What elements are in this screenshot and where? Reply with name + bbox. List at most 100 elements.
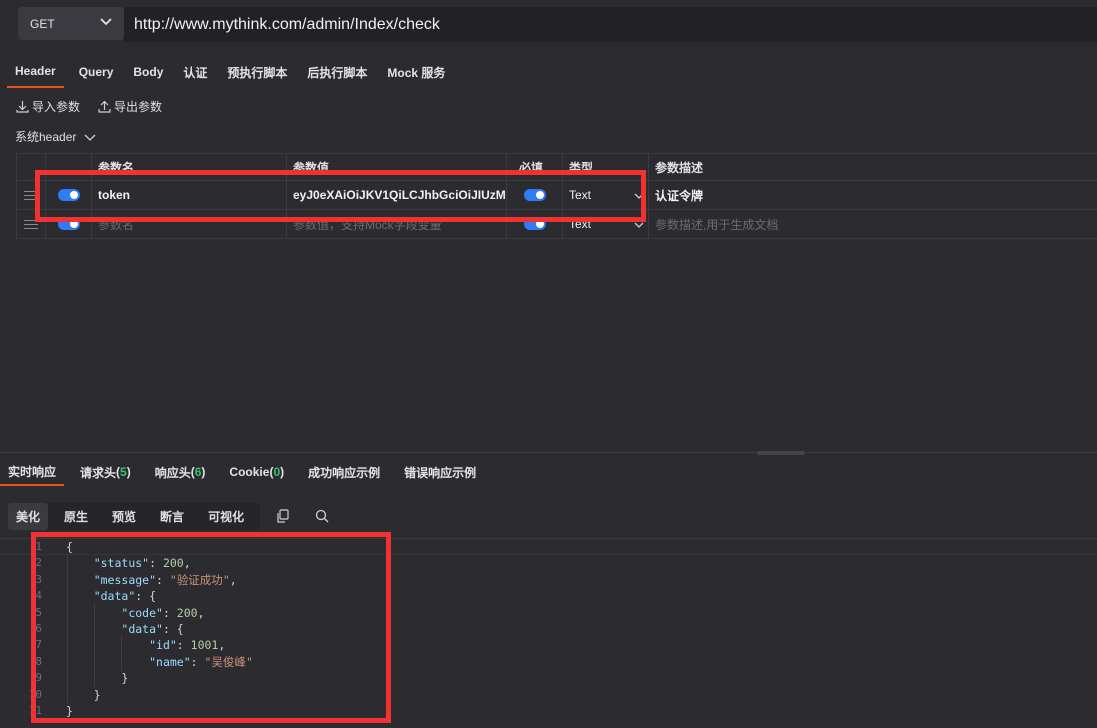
drag-handle[interactable] <box>16 181 45 209</box>
method-select[interactable]: GET <box>18 7 124 40</box>
tab-cookie-label: Cookie <box>229 465 270 479</box>
line-number: 8 <box>35 654 42 668</box>
code-text: "message": "验证成功", <box>93 572 237 587</box>
status-value: 200 <box>162 556 184 571</box>
code-line: 6 "data": { <box>0 621 1097 637</box>
response-body-viewer[interactable]: 1{ 2 "status": 200, 3 "message": "验证成功",… <box>0 539 1097 719</box>
required-toggle[interactable] <box>506 181 562 209</box>
tab-error-example[interactable]: 错误响应示例 <box>396 458 484 486</box>
type-select[interactable]: Text <box>562 210 648 238</box>
column-header-value: 参数值 <box>286 154 506 180</box>
line-number: 7 <box>35 638 42 652</box>
tab-response-headers[interactable]: 响应头(6) <box>147 458 214 486</box>
tab-success-example-label: 成功响应示例 <box>308 465 381 480</box>
upload-icon <box>98 100 111 113</box>
required-toggle[interactable] <box>506 210 562 238</box>
drag-column-header <box>16 154 45 180</box>
tab-query[interactable]: Query <box>71 56 122 88</box>
code-line: 7 "id": 1001, <box>0 637 1097 653</box>
code-text: "id": 1001, <box>149 638 226 653</box>
drag-handle-icon <box>24 219 38 229</box>
param-desc-input[interactable]: 参数描述,用于生成文档 <box>648 210 1097 238</box>
tab-cookie[interactable]: Cookie(0) <box>221 458 292 486</box>
drag-handle[interactable] <box>16 210 45 238</box>
toggle-switch[interactable] <box>57 218 80 230</box>
row-enable-toggle[interactable] <box>45 181 91 209</box>
code-line: 5 "code": 200, <box>0 605 1097 621</box>
import-params-button[interactable]: 导入参数 <box>16 98 80 115</box>
table-row-new: 参数名 参数值，支持Mock字段变量 Text 参数描述,用于生成文档 <box>16 210 1097 239</box>
url-text: http://www.mythink.com/admin/Index/check <box>134 15 440 33</box>
tab-request-headers[interactable]: 请求头(5) <box>72 458 139 486</box>
table-row: token eyJ0eXAiOiJKV1QiLCJhbGciOiJIUzM Te… <box>16 181 1097 210</box>
tab-error-example-label: 错误响应示例 <box>404 465 477 480</box>
param-name-input[interactable]: 参数名 <box>91 210 286 238</box>
system-header-label: 系统header <box>15 130 77 144</box>
export-params-button[interactable]: 导出参数 <box>98 98 162 115</box>
id-value: 1001 <box>190 638 219 653</box>
method-label: GET <box>30 16 55 31</box>
tab-response-headers-label: 响应头 <box>154 465 191 480</box>
code-line: 1{ <box>0 539 1097 555</box>
type-select[interactable]: Text <box>562 181 648 209</box>
enable-column-header <box>45 154 91 180</box>
code-value: 200 <box>176 605 198 620</box>
view-tab-preview[interactable]: 预览 <box>104 503 144 530</box>
line-number: 4 <box>35 589 42 603</box>
line-number: 10 <box>28 687 42 701</box>
toggle-switch[interactable] <box>57 189 80 201</box>
param-desc-field[interactable]: 认证令牌 <box>648 181 1097 209</box>
tab-auth[interactable]: 认证 <box>175 56 215 88</box>
column-header-type: 类型 <box>562 154 648 180</box>
code-text: } <box>66 687 101 702</box>
toggle-switch[interactable] <box>523 189 546 201</box>
resize-handle[interactable] <box>757 451 805 455</box>
search-icon[interactable] <box>315 509 329 523</box>
code-line: 10 } <box>0 687 1097 703</box>
param-name-field[interactable]: token <box>91 181 286 209</box>
view-tab-visualize[interactable]: 可视化 <box>200 503 252 530</box>
tab-mock[interactable]: Mock 服务 <box>379 56 453 88</box>
chevron-down-icon <box>84 134 96 141</box>
code-text: "data": { <box>121 621 184 636</box>
code-text: "status": 200, <box>93 556 191 571</box>
code-line: 3 "message": "验证成功", <box>0 572 1097 588</box>
code-text: "data": { <box>93 589 157 604</box>
code-line: 8 "name": "吴俊峰" <box>0 654 1097 670</box>
code-line: 2 "status": 200, <box>0 555 1097 571</box>
line-number: 6 <box>35 621 42 635</box>
system-header-toggle[interactable]: 系统header <box>15 128 96 145</box>
tab-post-script[interactable]: 后执行脚本 <box>299 56 375 88</box>
param-value-field[interactable]: eyJ0eXAiOiJKV1QiLCJhbGciOiJIUzM <box>286 181 506 209</box>
view-tab-raw[interactable]: 原生 <box>56 503 96 530</box>
param-actions: 导入参数 导出参数 <box>16 98 162 115</box>
code-line: 9 } <box>0 670 1097 686</box>
tab-header[interactable]: Header <box>7 56 64 88</box>
view-tab-assert[interactable]: 断言 <box>152 503 192 530</box>
tab-live-response[interactable]: 实时响应 <box>0 458 65 486</box>
chevron-down-icon <box>634 193 644 199</box>
type-value: Text <box>569 188 592 202</box>
tab-pre-script[interactable]: 预执行脚本 <box>219 56 295 88</box>
chevron-down-icon <box>100 18 112 26</box>
row-enable-toggle[interactable] <box>45 210 91 238</box>
request-tabs: Header Query Body 认证 预执行脚本 后执行脚本 Mock 服务 <box>0 56 453 90</box>
cookie-count: 0 <box>273 465 281 479</box>
tab-request-headers-label: 请求头 <box>80 465 117 480</box>
line-number: 3 <box>35 572 42 586</box>
message-value: 验证成功 <box>176 572 223 587</box>
url-bar: GET http://www.mythink.com/admin/Index/c… <box>0 0 1097 52</box>
code-text: } <box>66 671 129 686</box>
copy-icon[interactable] <box>276 509 290 523</box>
toggle-switch[interactable] <box>523 218 546 230</box>
table-header-row: 参数名 参数值 必填 类型 参数描述 <box>16 153 1097 181</box>
panel-divider <box>0 452 1097 453</box>
download-icon <box>16 101 29 113</box>
tab-success-example[interactable]: 成功响应示例 <box>300 458 388 486</box>
tab-body[interactable]: Body <box>125 56 171 88</box>
url-input[interactable]: http://www.mythink.com/admin/Index/check <box>124 7 1097 42</box>
view-tab-pretty[interactable]: 美化 <box>8 503 49 530</box>
param-value-input[interactable]: 参数值，支持Mock字段变量 <box>286 210 506 238</box>
chevron-down-icon <box>634 222 644 228</box>
line-number: 1 <box>35 540 42 553</box>
